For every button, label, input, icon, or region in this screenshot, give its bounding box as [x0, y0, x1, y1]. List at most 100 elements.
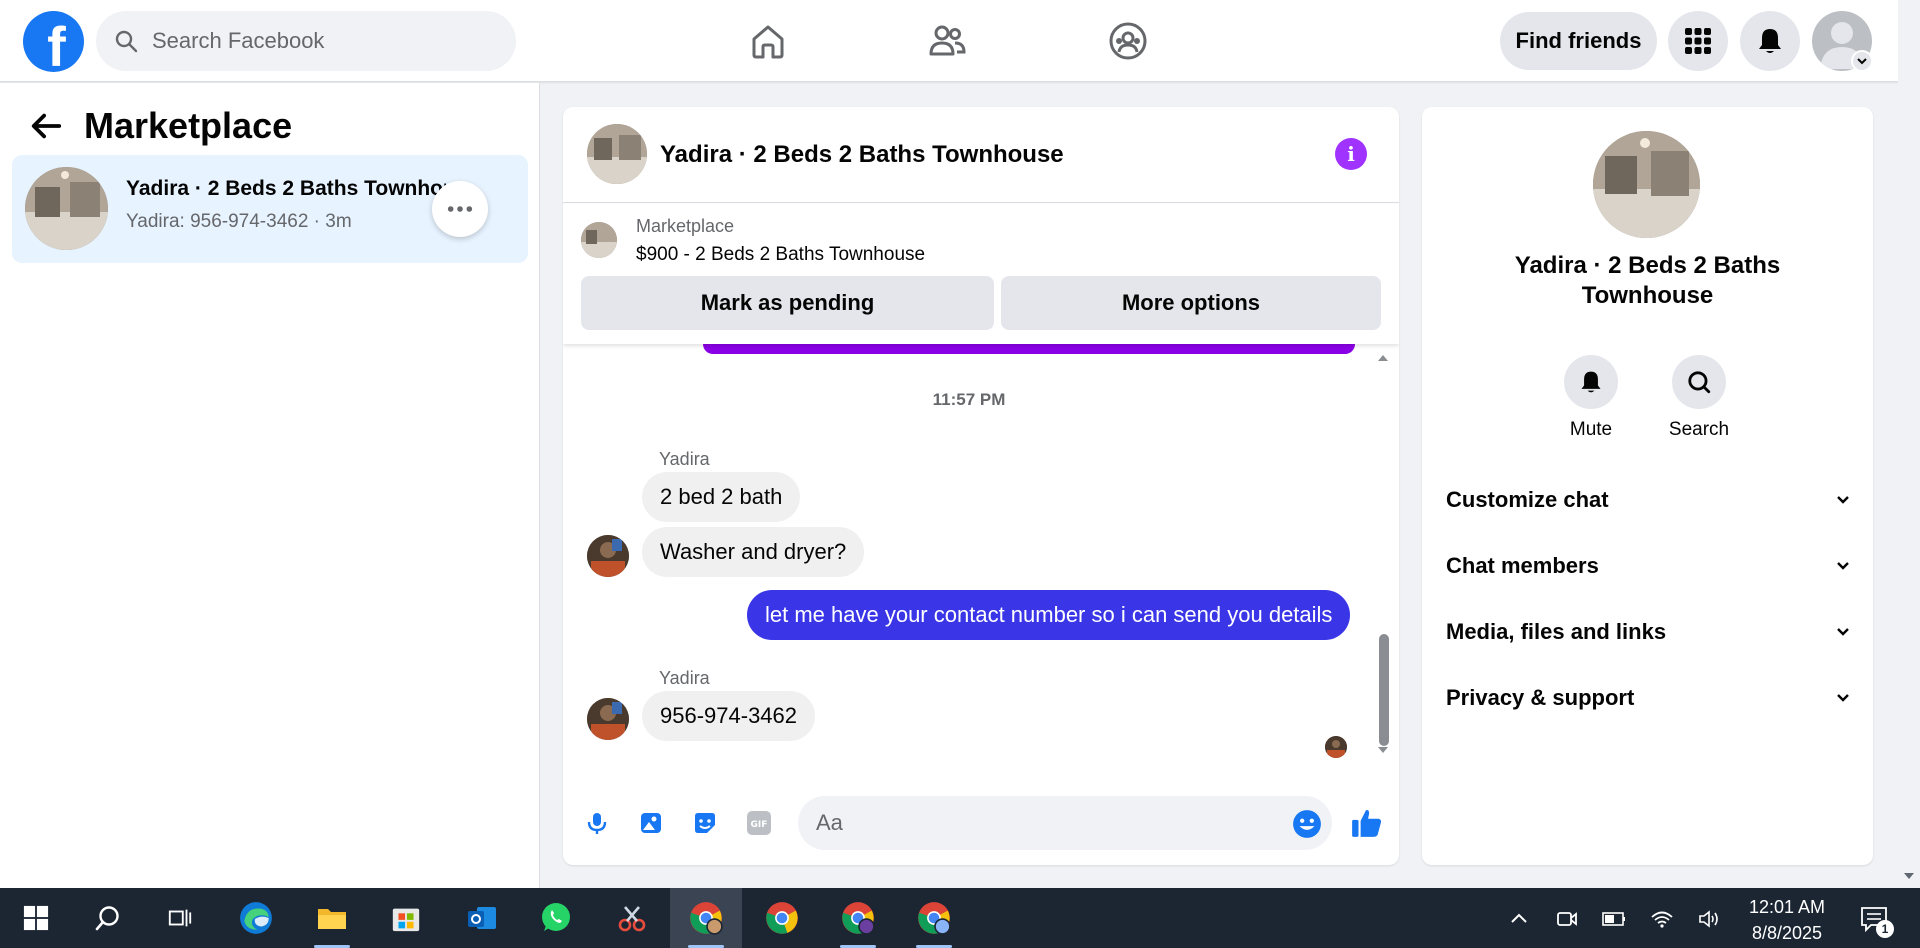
chat-members-row[interactable]: Chat members — [1446, 538, 1851, 594]
chevron-down-icon — [1837, 694, 1849, 702]
microsoft-store-icon[interactable] — [376, 888, 436, 948]
system-clock[interactable]: 12:01 AM 8/8/2025 — [1742, 894, 1832, 946]
chat-header: Yadira · 2 Beds 2 Baths Townhouse i — [563, 107, 1399, 203]
conversations-sidebar: Marketplace Yadira · 2 Beds 2 Baths Town… — [0, 83, 540, 888]
more-dots-icon — [447, 206, 473, 212]
search-icon[interactable] — [1672, 355, 1726, 409]
menu-button[interactable] — [1668, 11, 1728, 71]
chat-window: Yadira · 2 Beds 2 Baths Townhouse i Mark… — [563, 107, 1399, 865]
listing-banner: Marketplace $900 - 2 Beds 2 Baths Townho… — [563, 204, 1399, 344]
more-options-button[interactable]: More options — [1001, 276, 1381, 330]
chat-title[interactable]: Yadira · 2 Beds 2 Baths Townhouse — [660, 141, 1064, 169]
conversation-item[interactable]: Yadira · 2 Beds 2 Baths Townhouse Yadira… — [12, 155, 528, 263]
taskbar-search-icon[interactable] — [78, 888, 138, 948]
incoming-message[interactable]: Washer and dryer? — [642, 527, 865, 577]
listing-source: Marketplace — [636, 216, 735, 236]
scroll-down-icon[interactable] — [1901, 868, 1917, 884]
marketplace-header: Marketplace — [28, 105, 292, 147]
chrome-profile-3-icon[interactable] — [904, 888, 964, 948]
chevron-down-icon — [1837, 628, 1849, 636]
privacy-support-row[interactable]: Privacy & support — [1446, 670, 1851, 726]
message-input[interactable] — [816, 810, 1256, 836]
conversation-options-button[interactable] — [432, 181, 488, 237]
microphone-icon[interactable] — [581, 807, 613, 839]
section-label: Chat members — [1446, 553, 1599, 578]
listing-thumbnail — [581, 222, 617, 258]
outlook-icon[interactable] — [452, 888, 512, 948]
battery-icon[interactable] — [1601, 906, 1627, 932]
incoming-message[interactable]: 956-974-3462 — [642, 691, 816, 741]
chrome-icon[interactable] — [752, 888, 812, 948]
search-bar[interactable] — [96, 11, 516, 71]
sticker-icon[interactable] — [689, 807, 721, 839]
back-arrow-icon[interactable] — [28, 108, 64, 144]
top-navigation-bar: f Find friends — [0, 0, 1898, 82]
find-friends-button[interactable]: Find friends — [1500, 12, 1657, 70]
clock-time: 12:01 AM — [1748, 897, 1826, 917]
chrome-profile-1-icon[interactable] — [670, 888, 742, 948]
friends-icon[interactable] — [924, 18, 970, 64]
message-input-box[interactable] — [798, 796, 1332, 850]
message-sender: Yadira — [659, 449, 710, 469]
scrollbar-thumb[interactable] — [1379, 634, 1389, 746]
meet-now-icon[interactable] — [1554, 906, 1580, 932]
info-icon[interactable]: i — [1335, 138, 1367, 170]
edge-browser-icon[interactable] — [226, 888, 286, 948]
section-label: Media, files and links — [1446, 619, 1667, 644]
incoming-message[interactable]: 2 bed 2 bath — [642, 472, 801, 522]
clock-date: 8/8/2025 — [1751, 923, 1823, 943]
task-view-icon[interactable] — [150, 888, 210, 948]
section-label: Customize chat — [1446, 487, 1609, 512]
search-label: Search — [1668, 419, 1730, 440]
volume-icon[interactable] — [1697, 906, 1723, 932]
mute-action[interactable]: Mute — [1541, 355, 1641, 441]
mark-as-pending-button[interactable]: Mark as pending — [581, 276, 994, 330]
conversation-preview: Yadira: 956-974-3462 · 3m — [126, 211, 352, 232]
notification-center-icon[interactable]: 1 — [1858, 904, 1894, 938]
mute-bell-icon[interactable] — [1564, 355, 1618, 409]
account-chevron-icon[interactable] — [1851, 50, 1873, 72]
whatsapp-icon[interactable] — [526, 888, 586, 948]
chat-avatar[interactable] — [587, 124, 647, 184]
read-receipt-avatar — [1325, 736, 1347, 758]
message-list: 11:57 PM Yadira 2 bed 2 bath Washer and … — [563, 344, 1399, 766]
listing-title[interactable]: $900 - 2 Beds 2 Baths Townhouse — [636, 244, 925, 266]
contact-name: Yadira · 2 Beds 2 Baths Townhouse — [1514, 252, 1781, 309]
file-explorer-icon[interactable] — [302, 888, 362, 948]
snipping-tool-icon[interactable] — [602, 888, 662, 948]
home-icon[interactable] — [745, 18, 791, 64]
facebook-logo[interactable]: f — [23, 11, 84, 72]
customize-chat-row[interactable]: Customize chat — [1446, 472, 1851, 528]
chat-info-panel: Yadira · 2 Beds 2 Baths Townhouse Mute S… — [1422, 107, 1873, 865]
gif-icon[interactable]: GIF — [743, 807, 775, 839]
show-hidden-icons-chevron-icon[interactable] — [1506, 906, 1532, 932]
bell-icon — [1759, 29, 1781, 53]
conversation-name: Yadira · 2 Beds 2 Baths Townhouse — [126, 177, 446, 200]
chrome-profile-2-icon[interactable] — [828, 888, 888, 948]
sender-avatar[interactable] — [587, 535, 629, 577]
emoji-icon[interactable] — [1292, 809, 1322, 839]
outgoing-message[interactable]: let me have your contact number so i can… — [747, 590, 1351, 640]
chevron-down-icon — [1837, 496, 1849, 504]
photo-icon[interactable] — [635, 807, 667, 839]
message-composer: GIF — [563, 787, 1399, 859]
media-files-links-row[interactable]: Media, files and links — [1446, 604, 1851, 660]
thumbs-up-icon[interactable] — [1349, 805, 1385, 841]
grid-menu-icon — [1685, 28, 1711, 54]
contact-avatar[interactable] — [1593, 131, 1700, 238]
search-input[interactable] — [152, 28, 492, 54]
groups-icon[interactable] — [1105, 18, 1151, 64]
listing-photo-avatar — [25, 167, 108, 250]
notifications-button[interactable] — [1740, 11, 1800, 71]
chevron-down-icon — [1837, 562, 1849, 570]
page-title: Marketplace — [84, 105, 293, 146]
windows-start-icon[interactable] — [6, 888, 66, 948]
scroll-up-icon[interactable] — [1375, 350, 1391, 366]
svg-text:GIF: GIF — [751, 820, 768, 830]
sender-avatar[interactable] — [587, 698, 629, 740]
page-scrollbar[interactable] — [1898, 0, 1920, 888]
facebook-logo-letter: f — [47, 15, 66, 73]
message-sender: Yadira — [659, 668, 710, 688]
search-action[interactable]: Search — [1649, 355, 1749, 441]
wifi-icon[interactable] — [1649, 906, 1675, 932]
